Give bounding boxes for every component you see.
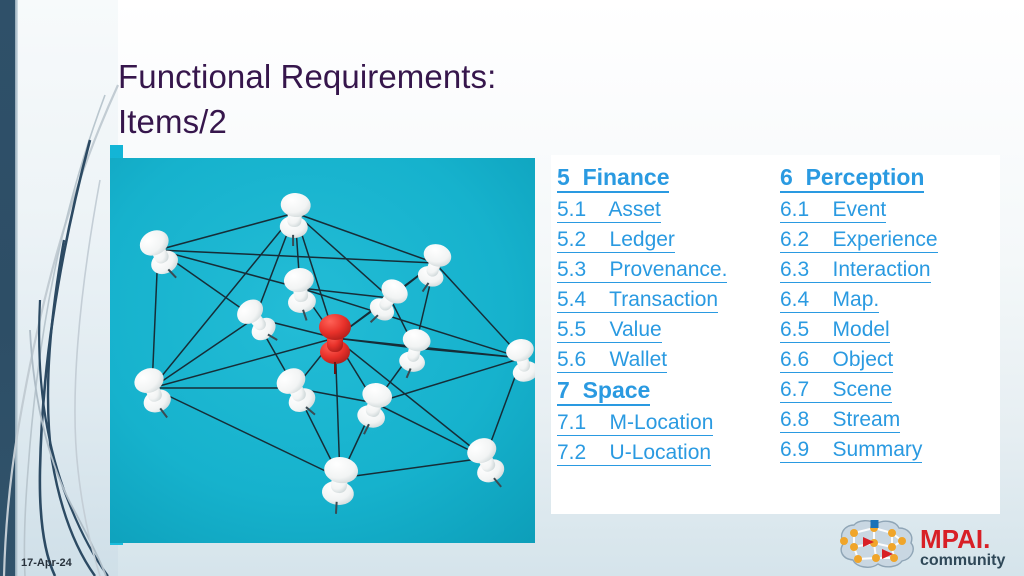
right-column: 6 Perception 6.1 Event 6.2 Experience 6.3 I…	[775, 155, 1000, 514]
requirement-label: 6.4 Map.	[780, 288, 880, 313]
requirement-link-6-3[interactable]: 6.3 Interaction	[780, 258, 1000, 283]
logo-tagline-text: community	[920, 552, 1005, 569]
left-gradient-panel	[18, 0, 118, 576]
requirement-label: 6.6 Object	[780, 348, 894, 373]
pushpin-network-image	[110, 158, 535, 543]
requirement-label: 6.1 Event	[780, 198, 887, 223]
requirement-link-6-5[interactable]: 6.5 Model	[780, 318, 1000, 343]
requirement-link-6-4[interactable]: 6.4 Map.	[780, 288, 1000, 313]
requirement-label: 6.8 Stream	[780, 408, 901, 433]
slide-canvas: Functional Requirements: Items/2 5 Finan…	[0, 0, 1024, 576]
requirement-link-6[interactable]: 6 Perception	[780, 164, 1000, 193]
requirement-label: 6.3 Interaction	[780, 258, 931, 283]
left-column: 5 Finance 5.1 Asset 5.2 Ledger 5.3 Provenan…	[551, 155, 775, 514]
requirement-link-7-1[interactable]: 7.1 M-Location	[557, 411, 775, 436]
slide-date: 17-Apr-24	[21, 557, 72, 569]
requirement-link-5-6[interactable]: 5.6 Wallet	[557, 348, 775, 373]
requirement-label: 6 Perception	[780, 164, 925, 193]
requirement-label: 5 Finance	[557, 164, 670, 193]
requirement-label: 7 Space	[557, 377, 651, 406]
requirement-link-5-3[interactable]: 5.3 Provenance.	[557, 258, 775, 283]
requirement-link-6-9[interactable]: 6.9 Summary	[780, 438, 1000, 463]
requirement-link-6-8[interactable]: 6.8 Stream	[780, 408, 1000, 433]
left-navy-bar	[0, 0, 15, 576]
requirement-label: 5.6 Wallet	[557, 348, 668, 373]
requirement-link-6-2[interactable]: 6.2 Experience	[780, 228, 1000, 253]
requirement-link-6-6[interactable]: 6.6 Object	[780, 348, 1000, 373]
requirement-label: 6.7 Scene	[780, 378, 893, 403]
requirement-link-5-5[interactable]: 5.5 Value	[557, 318, 775, 343]
requirement-label: 6.2 Experience	[780, 228, 938, 253]
accent-square-icon	[870, 520, 879, 528]
requirement-label: 5.1 Asset	[557, 198, 661, 223]
requirement-link-5-1[interactable]: 5.1 Asset	[557, 198, 775, 223]
requirement-link-6-7[interactable]: 6.7 Scene	[780, 378, 1000, 403]
requirement-label: 6.9 Summary	[780, 438, 923, 463]
requirement-link-5-2[interactable]: 5.2 Ledger	[557, 228, 775, 253]
requirement-label: 5.4 Transaction	[557, 288, 719, 313]
requirement-link-7-2[interactable]: 7.2 U-Location	[557, 441, 775, 466]
requirement-link-5-4[interactable]: 5.4 Transaction	[557, 288, 775, 313]
requirements-card: 5 Finance 5.1 Asset 5.2 Ledger 5.3 Provenan…	[551, 155, 1000, 514]
page-title: Functional Requirements: Items/2	[118, 58, 497, 140]
requirement-label: 5.2 Ledger	[557, 228, 675, 253]
requirement-label: 5.3 Provenance.	[557, 258, 728, 283]
requirement-link-6-1[interactable]: 6.1 Event	[780, 198, 1000, 223]
requirement-label: 7.1 M-Location	[557, 411, 714, 436]
logo-brand-text: MPAI.	[920, 524, 990, 554]
requirement-label: 6.5 Model	[780, 318, 890, 343]
mpai-community-logo: MPAI. community	[832, 519, 1012, 571]
requirement-label: 5.5 Value	[557, 318, 662, 343]
requirement-link-7[interactable]: 7 Space	[557, 377, 775, 406]
requirement-label: 7.2 U-Location	[557, 441, 712, 466]
requirement-link-5[interactable]: 5 Finance	[557, 164, 775, 193]
